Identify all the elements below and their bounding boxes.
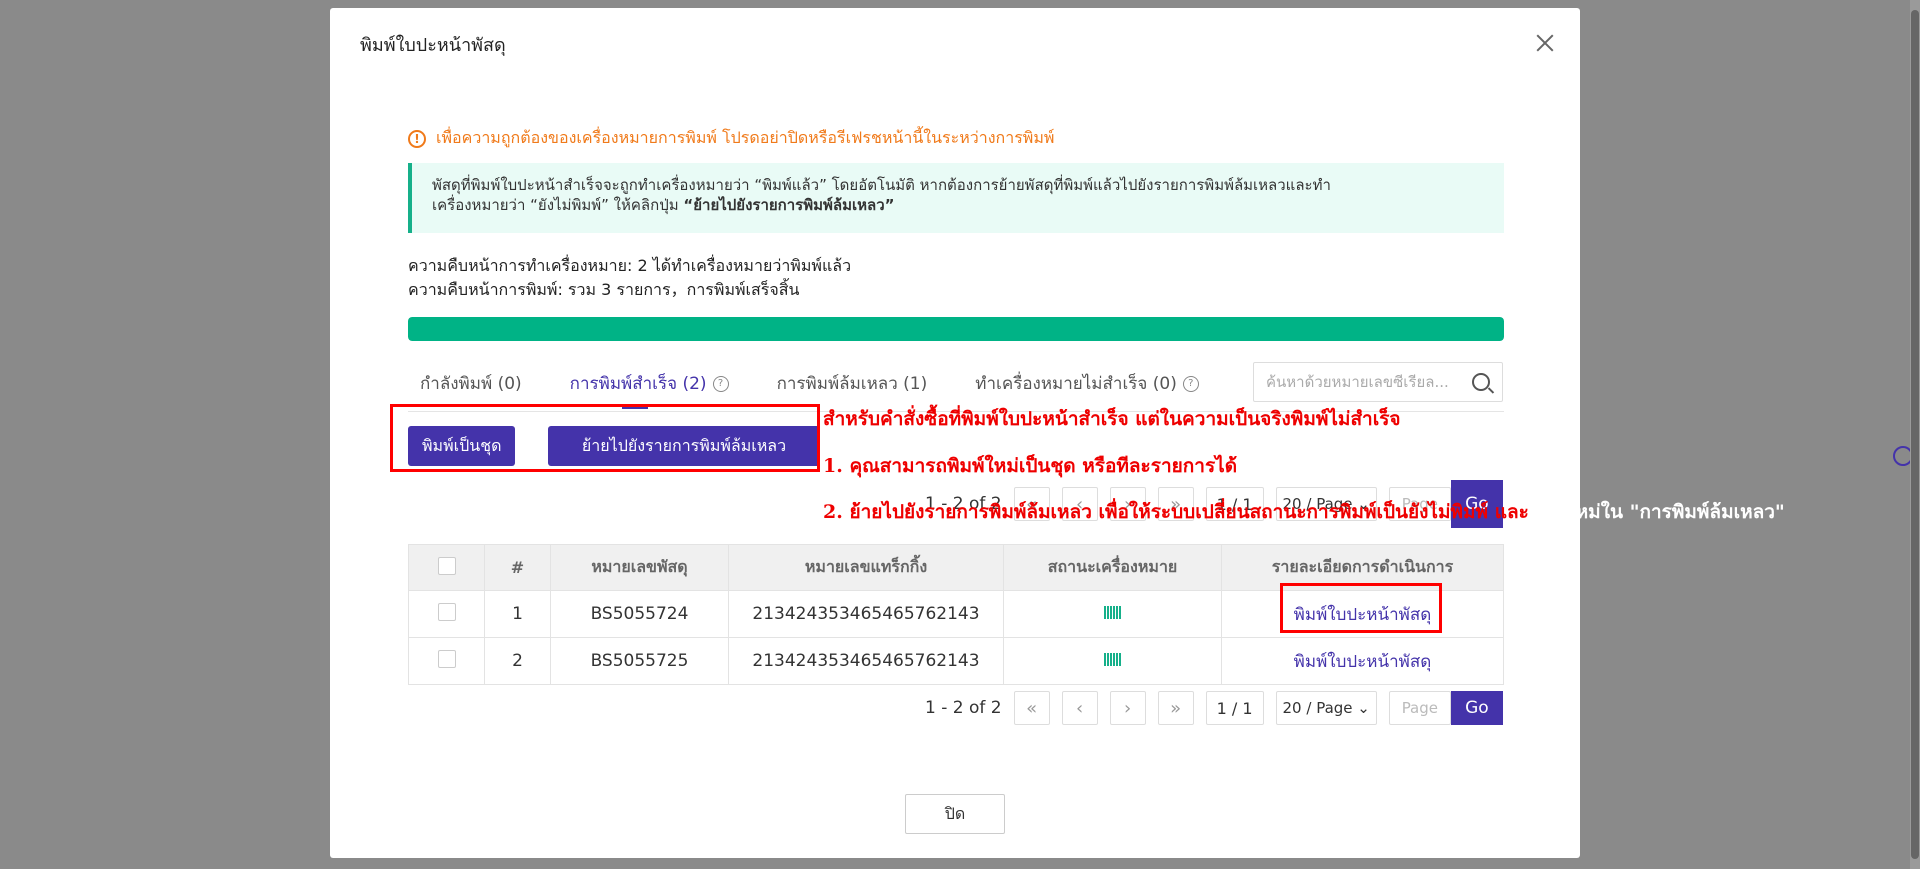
barcode-icon xyxy=(1103,653,1122,666)
tracking-number: 213424353465465762143 xyxy=(728,637,1004,685)
parcel-number: BS5055725 xyxy=(550,637,729,685)
row-select-cell xyxy=(408,590,485,638)
close-icon[interactable] xyxy=(1534,32,1556,54)
info-box: พัสดุที่พิมพ์ใบปะหน้าสำเร็จจะถูกทำเครื่อ… xyxy=(408,163,1504,233)
tab-printing[interactable]: กำลังพิมพ์ (0) xyxy=(408,370,534,397)
printing-progress: ความคืบหน้าการพิมพ์: รวม 3 รายการ，การพิม… xyxy=(408,280,800,299)
info-line-2-bold: “ย้ายไปยังรายการพิมพ์ล้มเหลว” xyxy=(683,196,895,214)
annotation-line-2: 1. คุณสามารถพิมพ์ใหม่เป็นชุด หรือทีละราย… xyxy=(823,455,1238,477)
close-button[interactable]: ปิด xyxy=(905,794,1005,834)
info-line-1: พัสดุที่พิมพ์ใบปะหน้าสำเร็จจะถูกทำเครื่อ… xyxy=(432,176,1331,194)
print-warning: ! เพื่อความถูกต้องของเครื่องหมายการพิมพ์… xyxy=(408,126,1054,151)
parcel-number: BS5055724 xyxy=(550,590,729,638)
row-number: 1 xyxy=(484,590,551,638)
next-page-button[interactable]: › xyxy=(1109,691,1146,725)
annotation-line-3: 2. ย้ายไปยังรายการพิมพ์ล้มเหลว เพื่อให้ร… xyxy=(823,497,1785,527)
tab-mark-failed-label: ทำเครื่องหมายไม่สำเร็จ (0) xyxy=(975,374,1177,394)
tab-print-failed-label: การพิมพ์ล้มเหลว (1) xyxy=(776,374,928,394)
annotation-highlight-link xyxy=(1280,583,1442,633)
annotation-line-3-white: พิมพ์ใหม่ใน "การพิมพ์ล้มเหลว" xyxy=(1528,501,1785,523)
page-indicator: 1 / 1 xyxy=(1205,691,1264,725)
col-mark-status: สถานะเครื่องหมาย xyxy=(1003,544,1222,591)
barcode-icon xyxy=(1103,606,1122,619)
row-select-cell xyxy=(408,637,485,685)
last-page-button[interactable]: » xyxy=(1157,691,1194,725)
col-number: # xyxy=(484,544,551,591)
tab-printing-label: กำลังพิมพ์ (0) xyxy=(420,374,522,394)
prev-page-button[interactable]: ‹ xyxy=(1061,691,1098,725)
marking-progress: ความคืบหน้าการทำเครื่องหมาย: 2 ได้ทำเครื… xyxy=(408,256,852,275)
warning-text: เพื่อความถูกต้องของเครื่องหมายการพิมพ์ โ… xyxy=(436,128,1055,147)
first-page-button[interactable]: « xyxy=(1013,691,1050,725)
mark-status-cell xyxy=(1003,590,1222,638)
tab-print-success-label: การพิมพ์สำเร็จ (2) xyxy=(569,374,707,394)
go-button[interactable]: Go xyxy=(1450,691,1503,725)
info-line-2-text: เครื่องหมายว่า “ยังไม่พิมพ์” ให้คลิกปุ่ม xyxy=(432,196,684,214)
page-scrollbar[interactable] xyxy=(1910,0,1920,869)
row-checkbox[interactable] xyxy=(437,602,456,621)
col-tracking-number: หมายเลขแทร็กกิ้ง xyxy=(728,544,1004,591)
annotation-line-1: สำหรับคำสั่งซื้อที่พิมพ์ใบปะหน้าสำเร็จ แ… xyxy=(823,408,1401,430)
page-size-value: 20 / Page xyxy=(1282,699,1353,717)
progress-bar xyxy=(408,317,1504,341)
row-number: 2 xyxy=(484,637,551,685)
progress-bar-fill xyxy=(408,317,1504,341)
pagination-bottom: 1 - 2 of 2 « ‹ › » 1 / 1 20 / Page ⌄ Pag… xyxy=(925,691,1503,725)
print-label-link[interactable]: พิมพ์ใบปะหน้าพัสดุ xyxy=(1294,652,1432,672)
scrollbar-thumb[interactable] xyxy=(1911,10,1919,859)
help-icon[interactable]: ? xyxy=(712,375,729,392)
tab-print-failed[interactable]: การพิมพ์ล้มเหลว (1) xyxy=(765,370,940,397)
help-icon[interactable]: ? xyxy=(1182,375,1199,392)
page-size-select[interactable]: 20 / Page ⌄ xyxy=(1275,691,1377,725)
table-row: 2 BS5055725 213424353465465762143 พิมพ์ใ… xyxy=(408,637,1504,685)
annotation-highlight-buttons xyxy=(390,404,820,472)
tab-bar: กำลังพิมพ์ (0) การพิมพ์สำเร็จ (2)? การพิ… xyxy=(408,370,1211,397)
tracking-number: 213424353465465762143 xyxy=(728,590,1004,638)
action-cell: พิมพ์ใบปะหน้าพัสดุ xyxy=(1221,637,1504,685)
select-all-checkbox[interactable] xyxy=(437,556,456,575)
info-line-2: เครื่องหมายว่า “ยังไม่พิมพ์” ให้คลิกปุ่ม… xyxy=(432,195,1484,215)
search-icon[interactable] xyxy=(1472,373,1490,391)
page-input[interactable]: Page xyxy=(1388,691,1451,725)
search-placeholder: ค้นหาด้วยหมายเลขซีเรียล... xyxy=(1266,373,1449,391)
modal-title: พิมพ์ใบปะหน้าพัสดุ xyxy=(360,35,506,56)
search-input[interactable]: ค้นหาด้วยหมายเลขซีเรียล... xyxy=(1253,362,1503,402)
col-parcel-number: หมายเลขพัสดุ xyxy=(550,544,729,591)
tab-print-success[interactable]: การพิมพ์สำเร็จ (2)? xyxy=(558,370,741,397)
progress-text: ความคืบหน้าการทำเครื่องหมาย: 2 ได้ทำเครื… xyxy=(408,254,851,302)
select-all-cell xyxy=(408,544,485,591)
pagination-range: 1 - 2 of 2 xyxy=(925,698,1002,718)
warning-icon: ! xyxy=(408,129,426,148)
mark-status-cell xyxy=(1003,637,1222,685)
annotation-line-3-red: 2. ย้ายไปยังรายการพิมพ์ล้มเหลว เพื่อให้ร… xyxy=(823,501,1529,523)
tab-mark-failed[interactable]: ทำเครื่องหมายไม่สำเร็จ (0)? xyxy=(963,370,1211,397)
row-checkbox[interactable] xyxy=(437,649,456,668)
